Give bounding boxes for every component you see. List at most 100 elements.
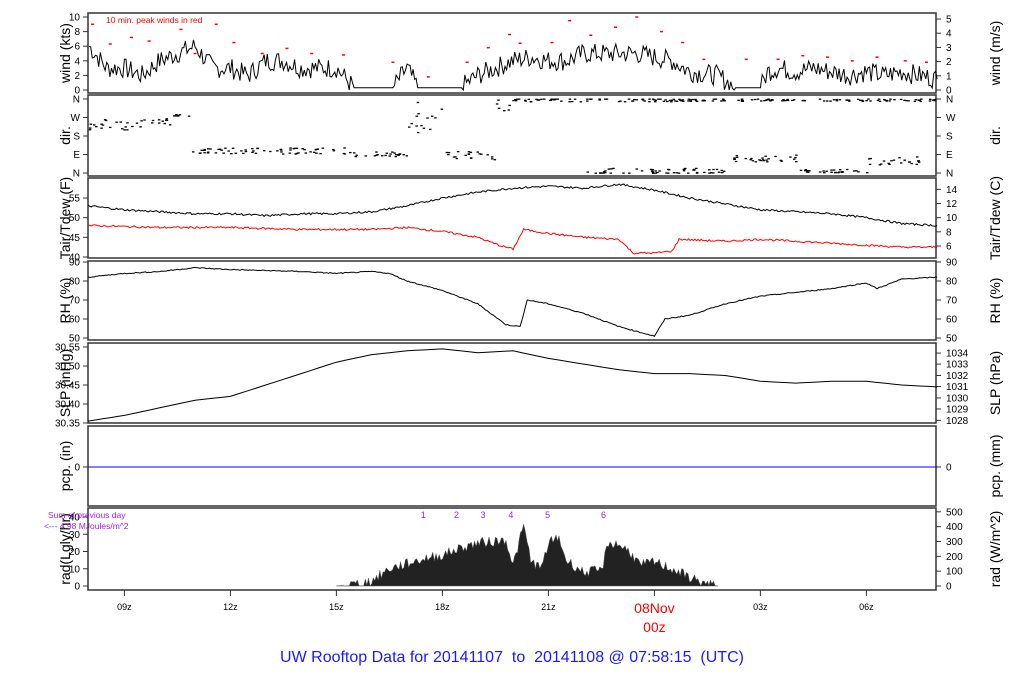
wind-direction-point	[917, 161, 921, 163]
wind-direction-point	[853, 170, 856, 172]
dir-tick-label-left: N	[73, 95, 80, 106]
dir-tick-label-right: N	[946, 169, 953, 180]
wind-direction-point	[590, 98, 593, 100]
wind-direction-point	[750, 99, 754, 101]
wind-direction-point	[124, 126, 127, 128]
slp-tick-label-left: 30.35	[55, 419, 80, 430]
wind-direction-point	[867, 98, 870, 100]
wind-direction-point	[354, 155, 357, 158]
wind-direction-point	[172, 115, 176, 117]
wind-direction-point	[552, 98, 555, 100]
wind-direction-point	[879, 163, 883, 165]
wind-direction-point	[529, 100, 533, 103]
wind-direction-point	[469, 157, 473, 159]
wind-direction-point	[633, 98, 636, 101]
wind-direction-point	[734, 160, 738, 163]
wind-direction-point	[375, 151, 378, 153]
wind-direction-point	[175, 113, 178, 116]
wind-direction-point	[262, 150, 266, 152]
wind-direction-point	[665, 172, 668, 174]
wind-direction-point	[761, 157, 764, 159]
wind-direction-point	[786, 98, 789, 101]
wind-direction-point	[933, 99, 936, 102]
wind-direction-point	[543, 98, 546, 100]
wind-direction-point	[254, 152, 258, 154]
wind-direction-point	[917, 160, 920, 162]
wind-direction-point	[381, 155, 384, 157]
wind-direction-point	[882, 160, 886, 162]
wind-direction-point	[804, 169, 808, 172]
wind-direction-point	[314, 149, 318, 151]
rh-tick-label-left: 90	[69, 258, 81, 269]
wind-direction-point	[838, 99, 842, 101]
wind-direction-point	[733, 157, 736, 159]
wind-direction-point	[568, 101, 571, 103]
wind-direction-point	[332, 148, 335, 151]
wind-direction-point	[609, 172, 613, 174]
wind-direction-point	[89, 123, 93, 125]
wind-direction-point	[151, 119, 155, 122]
wind-direction-point	[242, 152, 245, 155]
wind-direction-point	[604, 170, 607, 172]
wind-direction-point	[735, 154, 739, 157]
temp-tick-label-right: 8	[946, 227, 952, 238]
wind-direction-point	[607, 168, 611, 170]
wind-direction-point	[825, 100, 829, 102]
wind-direction-point	[352, 152, 356, 154]
wind-direction-point	[856, 98, 860, 101]
dir-tick-label-right: W	[946, 113, 956, 124]
wind-direction-point	[295, 147, 299, 149]
wind-direction-point	[200, 149, 203, 151]
wind-direction-point	[832, 99, 836, 101]
wind-direction-point	[694, 99, 698, 102]
wind-direction-point	[794, 156, 797, 159]
wind-direction-point	[720, 171, 724, 174]
wind-direction-point	[384, 154, 387, 157]
wind-direction-point	[157, 122, 161, 124]
wind-direction-point	[667, 168, 670, 171]
wind-direction-point	[573, 98, 577, 100]
wind-direction-point	[818, 98, 822, 100]
wind-direction-point	[332, 150, 336, 152]
wind-direction-point	[669, 99, 672, 101]
wind-direction-point	[447, 151, 451, 154]
wind-direction-point	[251, 151, 254, 154]
wind-direction-point	[508, 104, 511, 107]
wind-direction-point	[692, 169, 695, 171]
wind-direction-point	[269, 150, 272, 153]
wind-direction-point	[689, 99, 692, 101]
wind-direction-point	[594, 172, 597, 174]
wind-direction-point	[234, 152, 238, 154]
wind-direction-point	[349, 151, 352, 154]
wind-direction-point	[131, 125, 134, 128]
wind-direction-point	[905, 100, 908, 102]
wind-direction-point	[161, 120, 164, 122]
wind-direction-point	[835, 100, 839, 102]
wind-direction-point	[209, 148, 212, 150]
wind-direction-point	[312, 151, 316, 153]
wind-direction-point	[691, 98, 695, 101]
wind-direction-point	[93, 124, 96, 126]
wind-direction-point	[789, 156, 792, 158]
wind-direction-point	[396, 153, 399, 156]
wind-direction-point	[903, 159, 906, 161]
wind-direction-point	[203, 148, 207, 151]
rh-ylabel-right: RH (%)	[987, 278, 1003, 324]
hour-marker: 3	[481, 510, 486, 520]
wind-direction-point	[426, 117, 429, 119]
wind-direction-point	[100, 127, 103, 129]
wind-direction-point	[882, 98, 886, 101]
wind-direction-point	[818, 171, 822, 173]
wind-direction-point	[206, 148, 210, 150]
dir-panel-frame	[87, 94, 937, 177]
peak-wind-annotation: 10 min. peak winds in red	[106, 15, 203, 25]
wind-direction-point	[319, 152, 322, 155]
rad-tick-label-right: 100	[946, 567, 963, 578]
wind-direction-point	[675, 172, 679, 174]
wind-direction-point	[919, 100, 923, 103]
wind-direction-point	[415, 125, 418, 127]
SLP-line	[87, 348, 938, 422]
wind-direction-point	[88, 129, 92, 131]
wind-direction-point	[928, 98, 932, 100]
wind-direction-point	[677, 172, 681, 174]
